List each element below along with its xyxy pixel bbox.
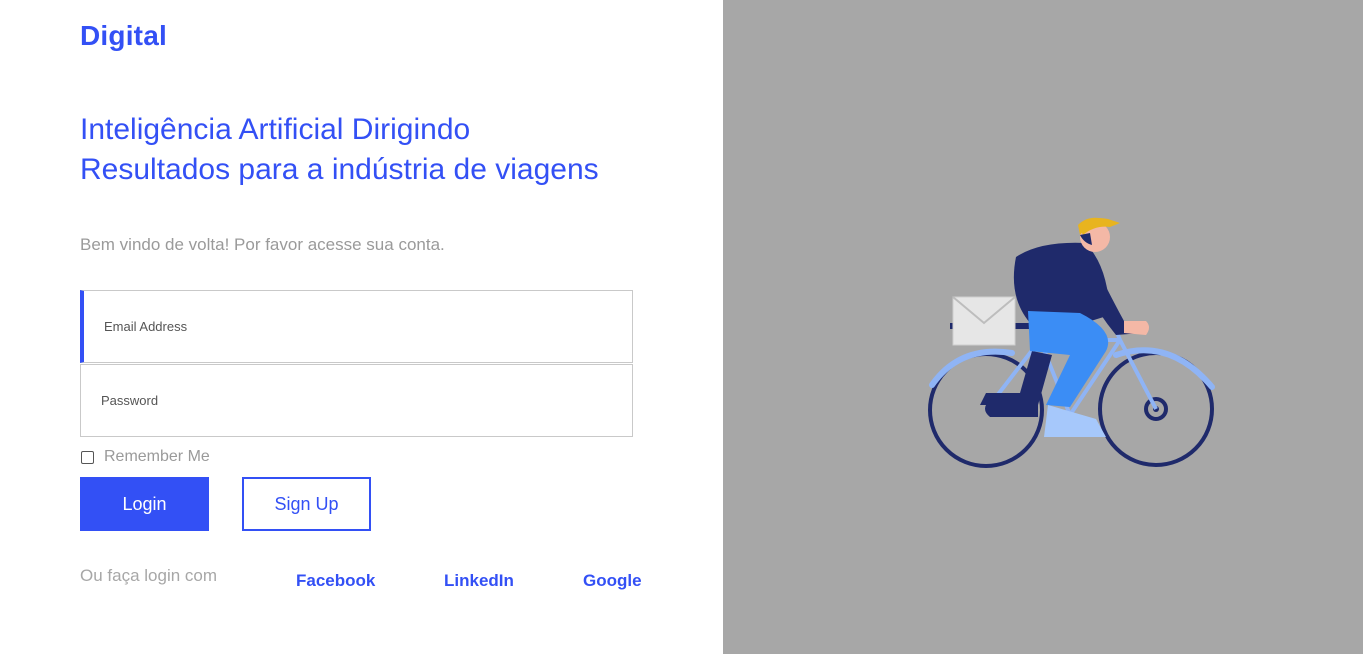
headline-line-1: Inteligência Artificial Dirigindo (80, 113, 471, 146)
signup-button[interactable]: Sign Up (242, 477, 371, 531)
email-field[interactable] (84, 291, 632, 362)
remember-me-checkbox[interactable] (81, 450, 94, 464)
cyclist-delivery-icon (928, 217, 1215, 468)
remember-me: Remember Me (80, 448, 210, 466)
email-field-wrapper (80, 290, 633, 363)
linkedin-login-link[interactable]: LinkedIn (444, 571, 514, 591)
remember-me-label[interactable]: Remember Me (104, 448, 210, 466)
headline-line-2: Resultados para a indústria de viagens (80, 153, 599, 186)
social-login-prefix: Ou faça login com (80, 566, 218, 585)
password-field[interactable] (81, 365, 632, 436)
login-page: Digital Inteligência Artificial Dirigind… (0, 0, 1363, 654)
headline: Inteligência Artificial Dirigindo Result… (80, 110, 680, 190)
password-field-wrapper (80, 364, 633, 437)
facebook-login-link[interactable]: Facebook (296, 571, 375, 591)
login-panel: Digital Inteligência Artificial Dirigind… (0, 0, 723, 654)
google-login-link[interactable]: Google (583, 571, 642, 591)
login-button[interactable]: Login (80, 477, 209, 531)
welcome-text: Bem vindo de volta! Por favor acesse sua… (80, 235, 445, 254)
brand-logo[interactable]: Digital (80, 20, 167, 52)
